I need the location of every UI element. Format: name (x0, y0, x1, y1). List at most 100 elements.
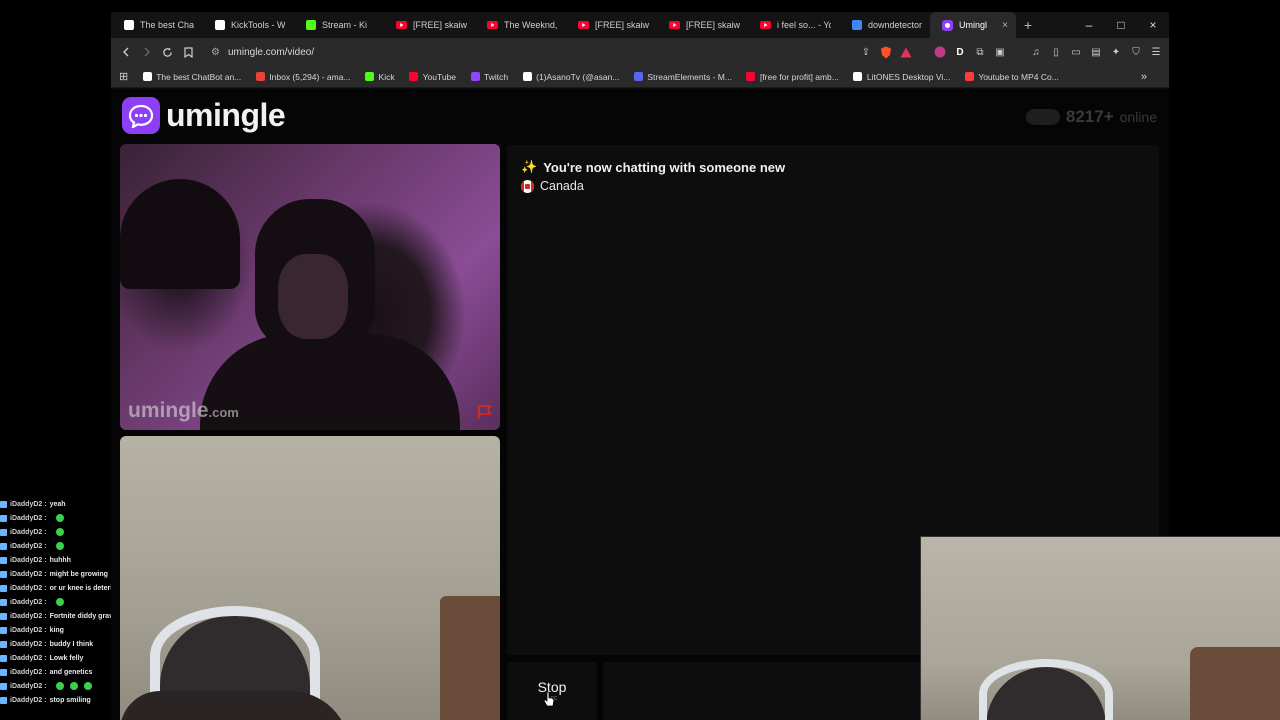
bookmark-9[interactable]: Youtube to MP4 Co... (964, 72, 1059, 82)
brave-shield-icon[interactable] (879, 45, 893, 59)
bookmark-label: StreamElements - M... (647, 71, 732, 82)
leo-ai-icon[interactable]: ✦ (1109, 45, 1123, 59)
chat-username: iDaddyD2 : (10, 542, 47, 550)
back-button[interactable] (115, 41, 136, 63)
tab-8[interactable]: downdetector (839, 12, 930, 38)
chat-text: stop smiling (49, 696, 91, 704)
chat-text: buddy I think (49, 640, 94, 648)
bookmark-0[interactable]: The best ChatBot an... (142, 72, 241, 82)
tab-3[interactable]: [FREE] skaiwat (384, 12, 475, 38)
tab-7[interactable]: i feel so... - You (748, 12, 839, 38)
menu-icon[interactable]: ☰ (1149, 45, 1163, 59)
bookmark-page-button[interactable] (178, 41, 199, 63)
browser-toolbar: ⚙ umingle.com/video/ ⇪ D ⧉ ▣ ♫ ▯ ▭ ▤ ✦ ⛉… (111, 38, 1169, 66)
mouse-cursor-icon (543, 691, 555, 707)
bookmark-label: Kick (378, 71, 395, 82)
extensions-puzzle-icon[interactable]: ⧉ (973, 45, 987, 59)
online-toggle[interactable] (1025, 109, 1060, 125)
chat-text: Fortnite diddy grave (49, 612, 117, 620)
bookmark-6[interactable]: StreamElements - M... (633, 72, 732, 82)
stranger-country: Canada (521, 179, 584, 193)
platform-badge-icon (0, 514, 7, 522)
bookmark-5[interactable]: (1)AsanoTv (@asan... (522, 72, 619, 82)
new-tab-button[interactable]: + (1016, 17, 1040, 33)
diamond-icon (142, 72, 152, 82)
platform-badge-icon (0, 654, 7, 662)
bookmarks-more-button[interactable]: » (1141, 71, 1147, 83)
wallet-icon[interactable]: ▭ (1069, 45, 1083, 59)
tab-label: [FREE] skaiwat (595, 20, 649, 30)
tab-4[interactable]: The Weeknd, J (475, 12, 566, 38)
forward-button[interactable] (136, 41, 157, 63)
chat-username: iDaddyD2 : (10, 640, 47, 648)
apps-grid-icon[interactable]: ⊞ (119, 70, 128, 83)
tab-0[interactable]: The best ChatB (111, 12, 202, 38)
reload-icon (163, 46, 172, 57)
bookmark-2[interactable]: Kick (365, 72, 395, 82)
youtube-icon (669, 20, 680, 31)
bookmark-3[interactable]: YouTube (409, 72, 456, 82)
chat-username: iDaddyD2 : (10, 598, 47, 606)
extension-d-icon[interactable]: D (953, 45, 967, 59)
site-settings-icon[interactable]: ⚙ (211, 47, 220, 58)
chat-text: might be growing (49, 570, 108, 578)
kick-icon (305, 20, 316, 31)
bookmark-label: Youtube to MP4 Co... (978, 71, 1059, 82)
bookmark-8[interactable]: LitONES Desktop Vi... (853, 72, 950, 82)
tab-umingle-active[interactable]: Umingl × (930, 12, 1016, 38)
chat-username: iDaddyD2 : (10, 696, 47, 704)
extension-u-icon[interactable] (933, 45, 947, 59)
screenshot-icon[interactable]: ▣ (993, 45, 1007, 59)
bookmark-1[interactable]: Inbox (5,294) - ama... (255, 71, 351, 82)
brave-rewards-icon[interactable] (899, 45, 913, 59)
tab-label: i feel so... - You (777, 20, 831, 30)
tab-6[interactable]: [FREE] skaiwat (657, 12, 748, 38)
umingle-logo[interactable]: umingle (122, 97, 286, 134)
platform-badge-icon (0, 612, 7, 620)
report-flag-icon[interactable] (476, 404, 494, 420)
chat-username: iDaddyD2 : (10, 514, 47, 522)
tabs-container: The best ChatB KickTools - Wi Stream - Ki [… (111, 12, 930, 38)
screen: iDaddyD2 : yeah iDaddyD2 : iDaddyD2 : iDaddy… (0, 0, 1280, 720)
address-bar[interactable]: ⚙ umingle.com/video/ (211, 41, 901, 63)
bookmark-4[interactable]: Twitch (470, 72, 508, 82)
sidebar-icon[interactable]: ▯ (1049, 45, 1063, 59)
tab-2[interactable]: Stream - Ki (293, 12, 384, 38)
tab-label: downdetector (868, 20, 922, 30)
platform-badge-icon (0, 584, 7, 592)
chat-emote-icon (55, 542, 64, 550)
chat-status-message: ✨ You're now chatting with someone new (521, 159, 785, 175)
bookmark-7[interactable]: [free for profit] amb... (746, 72, 839, 82)
share-icon[interactable]: ⇪ (859, 45, 873, 59)
tiktok-icon (522, 72, 532, 82)
chat-username: iDaddyD2 : (10, 612, 47, 620)
bookmark-label: Twitch (484, 71, 509, 82)
platform-badge-icon (0, 598, 7, 606)
url-text: umingle.com/video/ (227, 46, 315, 58)
chair-back (440, 596, 500, 720)
tab-1[interactable]: KickTools - Wi (202, 12, 293, 38)
maximize-button[interactable]: □ (1105, 12, 1137, 38)
shield-settings-icon[interactable]: ⛉ (1129, 45, 1143, 59)
bookmarks-list: The best ChatBot an... Inbox (5,294) - am… (142, 72, 1059, 82)
tab-close-icon[interactable]: × (1002, 20, 1008, 31)
stranger-face (278, 254, 348, 339)
grid-icon (214, 20, 225, 31)
platform-badge-icon (0, 626, 7, 634)
platform-badge-icon (0, 668, 7, 676)
platform-badge-icon (0, 570, 7, 578)
reload-button[interactable] (157, 41, 178, 63)
platform-badge-icon (0, 528, 7, 536)
close-window-button[interactable]: × (1137, 12, 1169, 38)
online-indicator: 8217+ online (1025, 107, 1157, 127)
tab-label: The Weeknd, J (504, 20, 558, 30)
vpn-icon[interactable]: ▤ (1089, 45, 1103, 59)
tab-5[interactable]: [FREE] skaiwat (566, 12, 657, 38)
media-music-icon[interactable]: ♫ (1029, 45, 1043, 59)
lit-icon (853, 72, 863, 82)
minimize-button[interactable]: – (1073, 12, 1105, 38)
youtube-icon (409, 72, 419, 82)
chat-username: iDaddyD2 : (10, 682, 47, 690)
umingle-favicon-icon (942, 19, 953, 31)
bookmark-label: Inbox (5,294) - ama... (269, 71, 351, 82)
